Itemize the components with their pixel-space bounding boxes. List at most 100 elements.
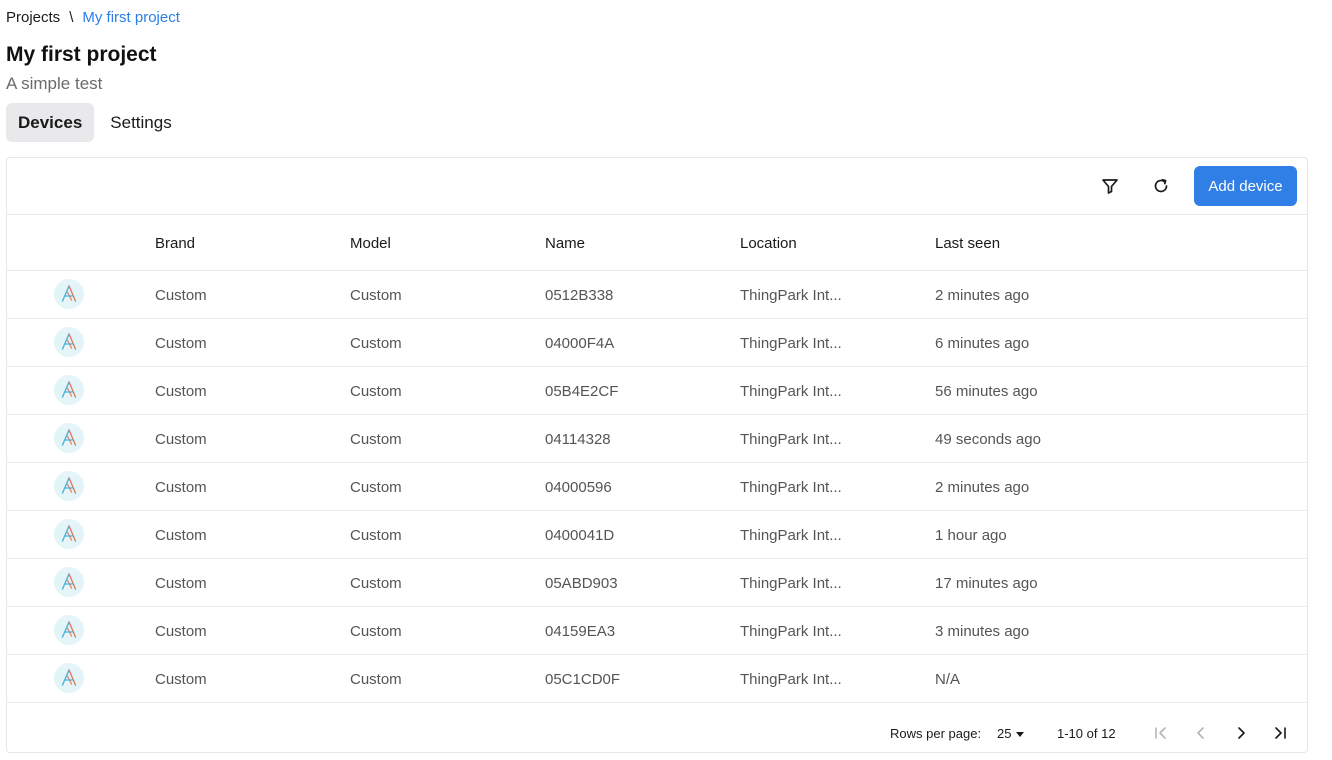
cell-brand: Custom [155, 287, 207, 304]
device-avatar [54, 423, 84, 453]
cell-brand: Custom [155, 575, 207, 592]
cell-brand: Custom [155, 527, 207, 544]
filter-button[interactable] [1097, 173, 1123, 199]
breadcrumb-separator: \ [69, 9, 74, 26]
tab-settings[interactable]: Settings [98, 103, 183, 142]
cell-location: ThingPark Int... [740, 575, 842, 592]
cell-model: Custom [350, 479, 402, 496]
cell-model: Custom [350, 431, 402, 448]
pagination-range: 1-10 of 12 [1057, 726, 1116, 741]
chevron-left-icon [1197, 727, 1204, 739]
cell-brand: Custom [155, 335, 207, 352]
cell-brand: Custom [155, 623, 207, 640]
device-logo-icon [61, 333, 77, 350]
device-logo-icon [61, 669, 77, 686]
table-pagination: Rows per page: 25 1-10 of 12 [7, 712, 1307, 752]
cell-model: Custom [350, 527, 402, 544]
table-row[interactable]: Custom Custom 04159EA3 ThingPark Int... 3 mi… [7, 607, 1307, 655]
cell-location: ThingPark Int... [740, 623, 842, 640]
cell-model: Custom [350, 575, 402, 592]
last-page-button[interactable] [1268, 721, 1292, 745]
cell-name: 0512B338 [545, 287, 614, 304]
cell-name: 0400041D [545, 527, 615, 544]
table-body: Custom Custom 0512B338 ThingPark Int... 2 mi… [7, 271, 1307, 703]
cell-last-seen: 6 minutes ago [935, 335, 1030, 352]
cell-last-seen: 2 minutes ago [935, 479, 1030, 496]
cell-model: Custom [350, 383, 402, 400]
table-row[interactable]: Custom Custom 05C1CD0F ThingPark Int... N/A [7, 655, 1307, 703]
next-page-button[interactable] [1229, 721, 1253, 745]
device-avatar [54, 519, 84, 549]
filter-icon [1102, 179, 1118, 194]
cell-location: ThingPark Int... [740, 431, 842, 448]
breadcrumb-projects-link[interactable]: Projects [6, 9, 60, 26]
device-logo-icon [61, 621, 77, 638]
device-avatar [54, 375, 84, 405]
add-device-button[interactable]: Add device [1194, 166, 1297, 206]
column-header-model[interactable]: Model [350, 235, 391, 252]
page-title: My first project [6, 43, 157, 66]
cell-name: 04114328 [545, 431, 611, 448]
refresh-button[interactable] [1148, 173, 1174, 199]
table-row[interactable]: Custom Custom 05B4E2CF ThingPark Int... 56 m… [7, 367, 1307, 415]
devices-table-card: Add device Brand Model Name Location Las… [6, 157, 1308, 753]
cell-name: 04000596 [545, 479, 612, 496]
refresh-icon [1154, 178, 1168, 193]
cell-last-seen: 17 minutes ago [935, 575, 1038, 592]
cell-brand: Custom [155, 479, 207, 496]
device-logo-icon [61, 429, 77, 446]
column-header-location[interactable]: Location [740, 235, 797, 252]
table-row[interactable]: Custom Custom 05ABD903 ThingPark Int... 17 m… [7, 559, 1307, 607]
rows-per-page-label: Rows per page: [890, 726, 982, 741]
table-row[interactable]: Custom Custom 04000596 ThingPark Int... 2 mi… [7, 463, 1307, 511]
cell-name: 04159EA3 [545, 623, 616, 640]
cell-name: 05C1CD0F [545, 671, 621, 688]
cell-last-seen: 56 minutes ago [935, 383, 1038, 400]
cell-location: ThingPark Int... [740, 287, 842, 304]
cell-location: ThingPark Int... [740, 383, 842, 400]
cell-location: ThingPark Int... [740, 479, 842, 496]
device-logo-icon [61, 573, 77, 590]
column-header-last-seen[interactable]: Last seen [935, 235, 1000, 252]
breadcrumb-current-project[interactable]: My first project [82, 9, 180, 26]
column-header-brand[interactable]: Brand [155, 235, 195, 252]
table-row[interactable]: Custom Custom 04114328 ThingPark Int... 49 s… [7, 415, 1307, 463]
breadcrumb: Projects \ My first project [6, 9, 180, 26]
device-avatar [54, 327, 84, 357]
tab-devices[interactable]: Devices [6, 103, 95, 142]
cell-name: 04000F4A [545, 335, 615, 352]
device-avatar [54, 279, 84, 309]
cell-model: Custom [350, 671, 402, 688]
caret-down-icon [1016, 731, 1025, 737]
cell-last-seen: 2 minutes ago [935, 287, 1030, 304]
cell-brand: Custom [155, 383, 207, 400]
table-row[interactable]: Custom Custom 0512B338 ThingPark Int... 2 mi… [7, 271, 1307, 319]
page-subtitle: A simple test [6, 74, 103, 93]
first-page-icon [1155, 727, 1166, 739]
last-page-icon [1275, 727, 1286, 739]
chevron-right-icon [1238, 727, 1245, 739]
cell-model: Custom [350, 287, 402, 304]
device-logo-icon [61, 525, 77, 542]
cell-last-seen: N/A [935, 671, 961, 688]
cell-model: Custom [350, 623, 402, 640]
cell-location: ThingPark Int... [740, 671, 842, 688]
device-avatar [54, 567, 84, 597]
rows-per-page-value: 25 [997, 726, 1012, 741]
device-avatar [54, 615, 84, 645]
device-logo-icon [61, 285, 77, 302]
table-row[interactable]: Custom Custom 04000F4A ThingPark Int... 6 mi… [7, 319, 1307, 367]
first-page-button[interactable] [1149, 721, 1173, 745]
rows-per-page-select[interactable]: 25 [997, 726, 1025, 741]
device-avatar [54, 663, 84, 693]
table-toolbar: Add device [7, 158, 1307, 215]
cell-name: 05B4E2CF [545, 383, 619, 400]
cell-name: 05ABD903 [545, 575, 618, 592]
previous-page-button[interactable] [1189, 721, 1213, 745]
cell-brand: Custom [155, 671, 207, 688]
column-header-name[interactable]: Name [545, 235, 585, 252]
device-avatar [54, 471, 84, 501]
table-row[interactable]: Custom Custom 0400041D ThingPark Int... 1 ho… [7, 511, 1307, 559]
tab-bar: Devices Settings [6, 103, 184, 142]
cell-last-seen: 1 hour ago [935, 527, 1007, 544]
